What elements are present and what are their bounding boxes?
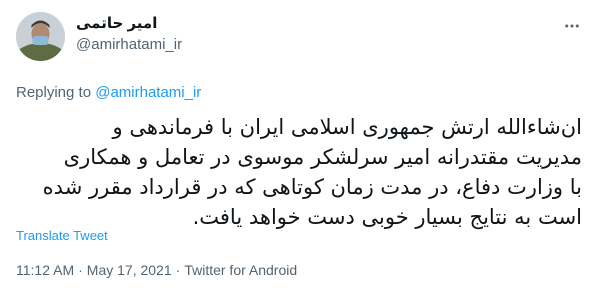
avatar-image xyxy=(16,12,65,61)
author-display-name[interactable]: امیر حاتمی xyxy=(76,14,182,34)
tweet-metadata: 11:12 AM · May 17, 2021 · Twitter for Androi… xyxy=(16,261,297,279)
replying-mention-link[interactable]: @amirhatami_ir xyxy=(95,84,201,101)
tweet-date[interactable]: May 17, 2021 xyxy=(87,262,172,278)
replying-prefix: Replying to xyxy=(16,84,96,101)
more-horizontal-icon xyxy=(565,24,579,28)
tweet-text: ان‌شاءالله ارتش جمهوری اسلامی ایران با ف… xyxy=(16,112,582,232)
tweet-card: امیر حاتمی @amirhatami_ir Replying to @a… xyxy=(0,0,598,291)
tweet-time[interactable]: 11:12 AM xyxy=(16,262,74,278)
more-options-button[interactable] xyxy=(560,14,584,38)
tweet-text-line: با وزارت دفاع، در مدت زمان کوتاهی که در … xyxy=(42,175,582,199)
translate-tweet-link[interactable]: Translate Tweet xyxy=(16,228,108,244)
tweet-source[interactable]: Twitter for Android xyxy=(184,262,297,278)
author-handle[interactable]: @amirhatami_ir xyxy=(76,35,182,55)
separator-dot: · xyxy=(78,262,83,278)
tweet-text-line: مدیریت مقتدرانه امیر سرلشکر موسوی در تعا… xyxy=(63,145,582,169)
author-info: امیر حاتمی @amirhatami_ir xyxy=(76,14,182,55)
replying-to: Replying to @amirhatami_ir xyxy=(16,83,201,103)
separator-dot: · xyxy=(175,262,181,278)
tweet-text-line: ان‌شاءالله ارتش جمهوری اسلامی ایران با ف… xyxy=(112,115,582,139)
avatar[interactable] xyxy=(16,12,65,61)
